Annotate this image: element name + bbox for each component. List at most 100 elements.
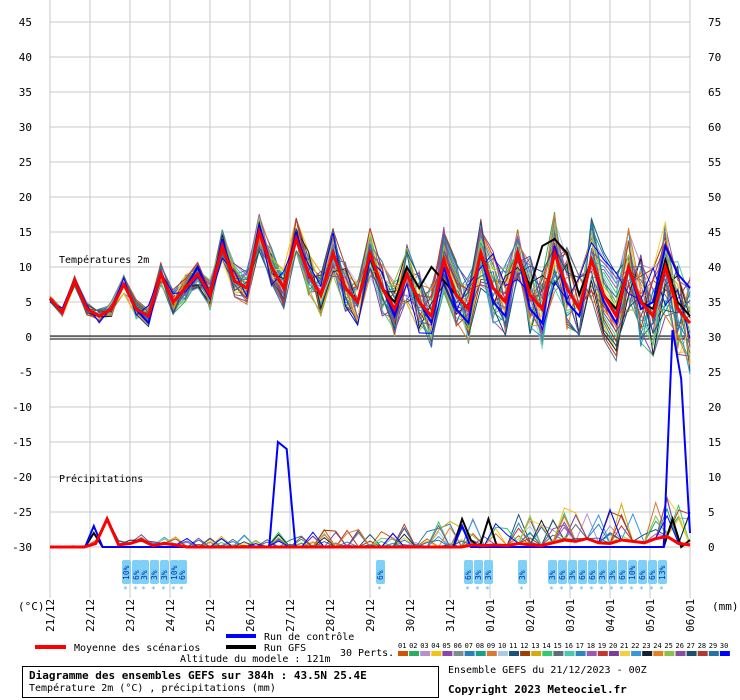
perturbation-legend-swatch	[542, 651, 553, 656]
left-tick-label: 45	[19, 16, 32, 29]
perturbation-legend-id: 21	[620, 642, 628, 650]
perturbation-legend-swatch	[520, 651, 531, 656]
perturbation-legend-swatch	[675, 651, 686, 656]
left-tick-label: -20	[12, 471, 32, 484]
right-tick-label: 70	[708, 51, 721, 64]
perturbation-legend-id: 02	[409, 642, 417, 650]
snowflake-icon: *	[559, 585, 564, 594]
altitude-label: Altitude du modele : 121m	[180, 654, 331, 665]
perturbations-label: 30 Perts.	[340, 648, 394, 659]
snow-marker-label: 3%	[518, 570, 527, 580]
perturbation-legend-id: 20	[609, 642, 617, 650]
perturbation-legend-id: 03	[420, 642, 428, 650]
snowflake-icon: *	[659, 585, 664, 594]
left-tick-label: 15	[19, 226, 32, 239]
perturbation-legend-swatch	[486, 651, 497, 656]
x-tick-label: 28/12	[324, 599, 337, 632]
snowflake-icon: *	[465, 585, 470, 594]
snow-marker-label: 3%	[608, 570, 617, 580]
right-tick-label: 0	[708, 541, 715, 554]
perturbation-legend-id: 26	[676, 642, 684, 650]
snow-marker-label: 10%	[628, 565, 637, 580]
right-tick-label: 30	[708, 331, 721, 344]
perturbation-legend-id: 27	[687, 642, 695, 650]
x-tick-label: 04/01	[604, 599, 617, 632]
right-axis-ticks: 757065605550454035302520151050	[708, 16, 721, 554]
perturbation-legend-swatch	[564, 651, 575, 656]
x-tick-label: 01/01	[484, 599, 497, 632]
snowflake-icon: *	[475, 585, 480, 594]
perturbation-legend-id: 05	[442, 642, 450, 650]
right-tick-label: 35	[708, 296, 721, 309]
snowflake-icon: *	[161, 585, 166, 594]
x-tick-label: 29/12	[364, 599, 377, 632]
left-tick-label: 20	[19, 191, 32, 204]
right-tick-label: 50	[708, 191, 721, 204]
snowflake-icon: *	[171, 585, 176, 594]
right-tick-label: 40	[708, 261, 721, 274]
snowflake-icon: *	[179, 585, 184, 594]
perturbation-legend-swatch	[586, 651, 597, 656]
snow-marker-label: 3%	[568, 570, 577, 580]
snowflake-icon: *	[649, 585, 654, 594]
left-axis-ticks: 45 40 35 30 25 20 15 10 5 0 -5 -10 -15 -20 -25 -30	[12, 16, 32, 554]
right-tick-label: 75	[708, 16, 721, 29]
gefs-ensemble-chart: 454035302520151050-5-10-15-20-25-30 7570…	[12, 0, 739, 659]
perturbation-legend-id: 13	[531, 642, 539, 650]
perturbation-legend-id: 28	[698, 642, 706, 650]
x-tick-label: 06/01	[684, 599, 697, 632]
x-axis-ticks: 21/12 22/12 23/12 24/12 25/12 26/12 27/12 28/12…	[44, 599, 697, 632]
right-tick-label: 5	[708, 506, 715, 519]
left-tick-label: 30	[19, 121, 32, 134]
left-tick-label: 0	[25, 331, 32, 344]
snowflake-icon: *	[589, 585, 594, 594]
perturbation-legend-swatch	[420, 651, 431, 656]
x-tick-label: 05/01	[644, 599, 657, 632]
perturbation-legend-swatch	[509, 651, 519, 656]
snow-marker-label: 3%	[484, 570, 493, 580]
perturbation-legend-swatch	[442, 651, 453, 656]
snow-marker-label: 6%	[558, 570, 567, 580]
snow-marker-label: 6%	[178, 570, 187, 580]
perturbation-legend-id: 14	[542, 642, 550, 650]
copyright: Copyright 2023 Meteociel.fr	[448, 683, 627, 696]
snow-marker-label: 6%	[376, 570, 385, 580]
snowflake-icon: *	[579, 585, 584, 594]
legend-gfs-label: Run GFS	[264, 643, 306, 654]
snowflake-icon: *	[123, 585, 128, 594]
legend-mean-label: Moyenne des scénarios	[74, 642, 200, 654]
perturbation-legend-swatch	[642, 651, 653, 656]
perturbation-legend-swatch	[531, 651, 542, 656]
perturbation-legend-id: 11	[509, 642, 517, 650]
perturbation-legend-swatch	[453, 651, 464, 656]
right-tick-label: 60	[708, 121, 721, 134]
perturbation-legend-id: 18	[587, 642, 595, 650]
left-tick-label: 10	[19, 261, 32, 274]
perturbation-legend-id: 12	[520, 642, 528, 650]
precipitation-section-label: Précipitations	[59, 473, 143, 485]
perturbation-legend-id: 22	[631, 642, 639, 650]
perturbation-legend-id: 01	[398, 642, 406, 650]
temperature-section-label: Températures 2m	[59, 254, 149, 266]
snowflake-icon: *	[639, 585, 644, 594]
perturbation-legend-swatch	[631, 651, 642, 656]
left-tick-label: 25	[19, 156, 32, 169]
snow-marker-label: 6%	[648, 570, 657, 580]
perturbation-legend: 01 02 03 04 05 06 07 08 09 10 11 12 13 14 15 16 17 18 19 20…	[398, 642, 730, 656]
snow-marker-label: 6%	[464, 570, 473, 580]
perturbation-legend-id: 07	[465, 642, 473, 650]
perturbation-legend-swatch	[409, 651, 420, 656]
perturbation-legend-id: 15	[553, 642, 561, 650]
x-tick-label: 21/12	[44, 599, 57, 632]
snow-marker-label: 6%	[638, 570, 647, 580]
right-tick-label: 20	[708, 401, 721, 414]
perturbation-legend-id: 24	[653, 642, 661, 650]
left-tick-label: -15	[12, 436, 32, 449]
perturbation-legend-swatch	[431, 651, 442, 656]
snow-marker-label: 3%	[150, 570, 159, 580]
perturbation-legend-swatch	[398, 651, 408, 656]
x-tick-label: 22/12	[84, 599, 97, 632]
perturbation-legend-swatch	[719, 651, 730, 656]
snowflake-icon: *	[619, 585, 624, 594]
perturbation-legend-swatch	[686, 651, 697, 656]
